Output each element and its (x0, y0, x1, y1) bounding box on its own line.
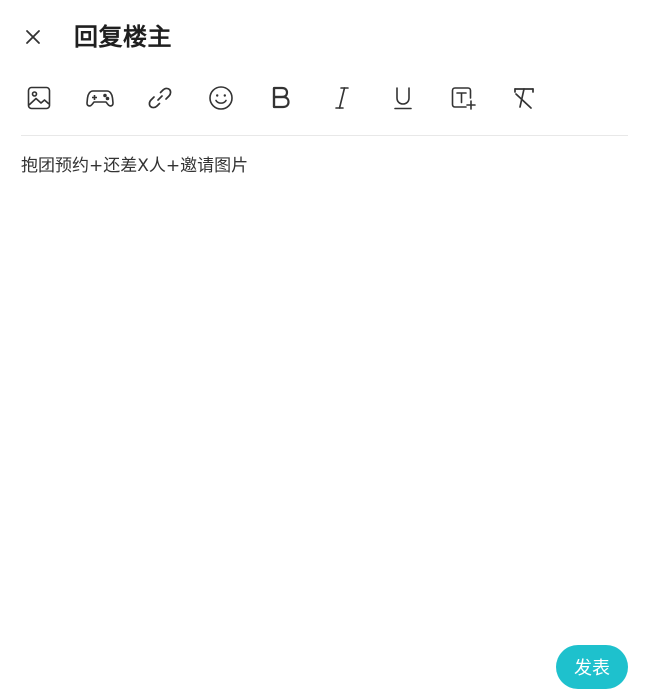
font-size-button[interactable] (445, 80, 481, 116)
bold-icon (273, 86, 290, 109)
page-title: 回复楼主 (74, 23, 172, 51)
underline-button[interactable] (385, 80, 421, 116)
clear-format-button[interactable] (506, 80, 542, 116)
clear-format-icon (513, 88, 534, 109)
toolbar-divider (21, 135, 628, 136)
image-icon (27, 86, 51, 110)
link-icon (148, 87, 172, 109)
insert-game-button[interactable] (82, 80, 118, 116)
reply-editor[interactable]: 抱团预约+还差X人+邀请图片 (21, 150, 628, 620)
insert-image-button[interactable] (21, 80, 57, 116)
text-size-icon (451, 87, 476, 110)
close-button[interactable] (20, 24, 46, 50)
gamepad-icon (85, 90, 114, 107)
publish-button[interactable]: 发表 (556, 645, 628, 689)
italic-button[interactable] (324, 80, 360, 116)
underline-icon (393, 87, 412, 110)
insert-emoji-button[interactable] (203, 80, 239, 116)
bold-button[interactable] (263, 80, 299, 116)
insert-link-button[interactable] (142, 80, 178, 116)
close-icon (26, 30, 40, 44)
emoji-icon (208, 86, 233, 110)
italic-icon (335, 87, 349, 109)
editor-toolbar (21, 80, 566, 116)
